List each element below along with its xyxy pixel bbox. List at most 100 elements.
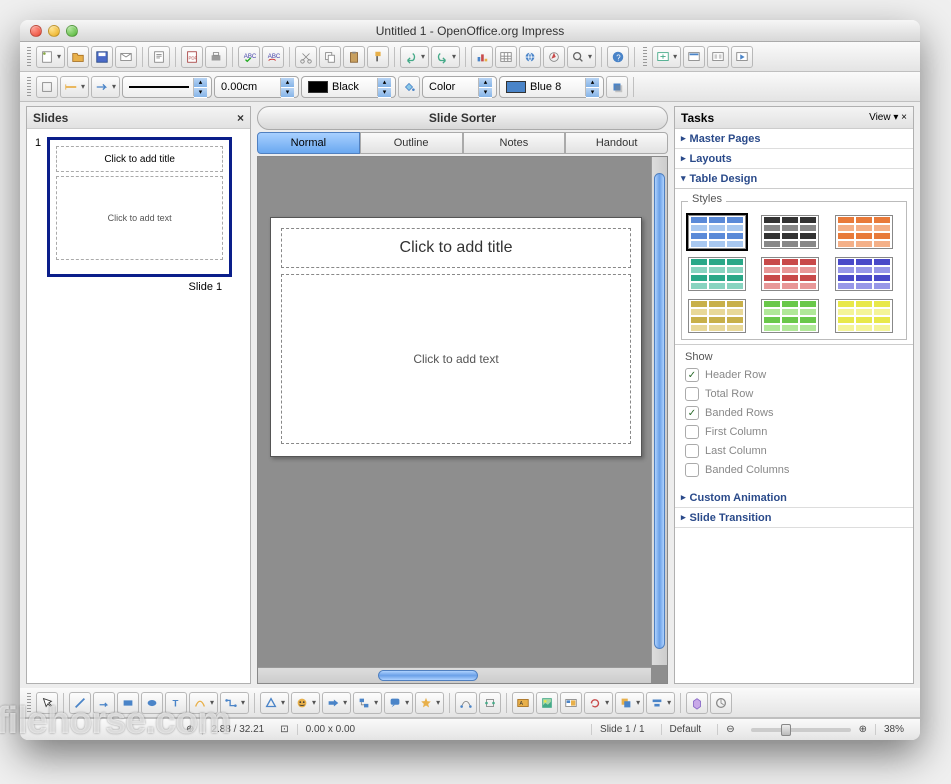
editing-panel: Slide Sorter Normal Outline Notes Handou… (255, 106, 670, 684)
gluepoints-button[interactable] (479, 692, 501, 714)
line-color-label: Black (332, 81, 359, 93)
checkbox-first-column[interactable] (685, 425, 699, 439)
canvas-area[interactable]: Click to add title Click to add text (257, 156, 668, 684)
section-slide-transition[interactable]: ▸Slide Transition (675, 508, 913, 528)
copy-button[interactable] (319, 46, 341, 68)
checkbox-banded-rows[interactable]: ✓ (685, 406, 699, 420)
table-style-swatch[interactable] (835, 257, 893, 291)
table-style-swatch[interactable] (761, 299, 819, 333)
save-button[interactable] (91, 46, 113, 68)
insert-slide-button[interactable] (652, 46, 681, 68)
checkbox-last-column[interactable] (685, 444, 699, 458)
tasks-panel: Tasks View ▾ × ▸Master Pages ▸Layouts ▾T… (674, 106, 914, 684)
area-fill-button[interactable] (398, 76, 420, 98)
table-show-options: Show ✓Header Row Total Row ✓Banded Rows … (675, 344, 913, 488)
table-style-swatch[interactable] (688, 299, 746, 333)
checkbox-total-row[interactable] (685, 387, 699, 401)
interaction-button[interactable] (710, 692, 732, 714)
table-style-swatch[interactable] (688, 215, 746, 249)
line-style-select[interactable]: ▴▾ (122, 76, 212, 98)
table-styles-box: Styles (681, 195, 907, 340)
chart-button[interactable] (471, 46, 493, 68)
content-placeholder[interactable]: Click to add text (281, 274, 631, 444)
hyperlink-button[interactable] (519, 46, 541, 68)
line-width-value: 0.00cm (221, 81, 257, 93)
slide-layout-button[interactable] (707, 46, 729, 68)
flowchart-button[interactable] (353, 692, 382, 714)
arrow-style-button[interactable] (91, 76, 120, 98)
checkbox-header-row[interactable]: ✓ (685, 368, 699, 382)
tab-outline[interactable]: Outline (360, 132, 463, 154)
svg-text:?: ? (616, 53, 621, 62)
paste-button[interactable] (343, 46, 365, 68)
slide-thumb-label: Slide 1 (47, 277, 232, 293)
basic-shapes-button[interactable] (260, 692, 289, 714)
line-color-select[interactable]: Black ▴▾ (301, 76, 396, 98)
line-width-field[interactable]: 0.00cm ▴▾ (214, 76, 299, 98)
open-button[interactable] (67, 46, 89, 68)
from-file-button[interactable] (536, 692, 558, 714)
close-panel-button[interactable]: × (237, 111, 244, 125)
gallery-button[interactable] (560, 692, 582, 714)
slides-panel: Slides × 1 Click to add title Click to a… (26, 106, 251, 684)
line-endings-button[interactable] (60, 76, 89, 98)
navigator-button[interactable] (543, 46, 565, 68)
tab-notes[interactable]: Notes (463, 132, 566, 154)
spellcheck-button[interactable]: ABC (238, 46, 260, 68)
fontwork-button[interactable]: A (512, 692, 534, 714)
table-style-swatch[interactable] (761, 215, 819, 249)
slide-design-button[interactable] (683, 46, 705, 68)
checkbox-banded-columns[interactable] (685, 463, 699, 477)
title-placeholder[interactable]: Click to add title (281, 228, 631, 268)
position-button[interactable] (615, 692, 644, 714)
autospell-button[interactable]: ABC (262, 46, 284, 68)
toolbar-grip[interactable] (27, 47, 31, 67)
shadow-button[interactable] (606, 76, 628, 98)
slide-canvas[interactable]: Click to add title Click to add text (270, 217, 642, 457)
effects-button[interactable] (36, 76, 58, 98)
undo-button[interactable] (400, 46, 429, 68)
fill-color-label: Blue 8 (530, 81, 561, 93)
section-custom-animation[interactable]: ▸Custom Animation (675, 488, 913, 508)
email-button[interactable] (115, 46, 137, 68)
table-style-swatch[interactable] (688, 257, 746, 291)
print-button[interactable] (205, 46, 227, 68)
stars-button[interactable] (415, 692, 444, 714)
slideshow-button[interactable] (731, 46, 753, 68)
toolbar-grip[interactable] (643, 47, 647, 67)
toolbar-grip[interactable] (27, 77, 31, 97)
block-arrows-button[interactable] (322, 692, 351, 714)
view-header: Slide Sorter (257, 106, 668, 130)
table-style-swatch[interactable] (835, 299, 893, 333)
zoom-slider[interactable] (751, 728, 851, 732)
alignment-button[interactable] (646, 692, 675, 714)
export-pdf-button[interactable]: PDF (181, 46, 203, 68)
tasks-view-menu[interactable]: View (869, 112, 891, 123)
zoom-button[interactable] (567, 46, 596, 68)
section-master-pages[interactable]: ▸Master Pages (675, 129, 913, 149)
rotate-button[interactable] (584, 692, 613, 714)
format-paintbrush-button[interactable] (367, 46, 389, 68)
horizontal-scrollbar[interactable] (258, 667, 651, 683)
tab-handout[interactable]: Handout (565, 132, 668, 154)
table-style-swatch[interactable] (835, 215, 893, 249)
fill-color-select[interactable]: Blue 8 ▴▾ (499, 76, 604, 98)
section-layouts[interactable]: ▸Layouts (675, 149, 913, 169)
extrusion-button[interactable] (686, 692, 708, 714)
points-button[interactable] (455, 692, 477, 714)
symbol-shapes-button[interactable] (291, 692, 320, 714)
view-tabs: Normal Outline Notes Handout (257, 132, 668, 154)
redo-button[interactable] (431, 46, 460, 68)
edit-file-button[interactable] (148, 46, 170, 68)
vertical-scrollbar[interactable] (651, 157, 667, 665)
area-style-select[interactable]: Color ▴▾ (422, 76, 497, 98)
cut-button[interactable] (295, 46, 317, 68)
callouts-button[interactable] (384, 692, 413, 714)
slide-thumbnail[interactable]: Click to add title Click to add text (47, 137, 232, 277)
table-style-swatch[interactable] (761, 257, 819, 291)
new-doc-button[interactable] (36, 46, 65, 68)
help-button[interactable]: ? (607, 46, 629, 68)
tab-normal[interactable]: Normal (257, 132, 360, 154)
section-table-design[interactable]: ▾Table Design (675, 169, 913, 189)
table-button[interactable] (495, 46, 517, 68)
